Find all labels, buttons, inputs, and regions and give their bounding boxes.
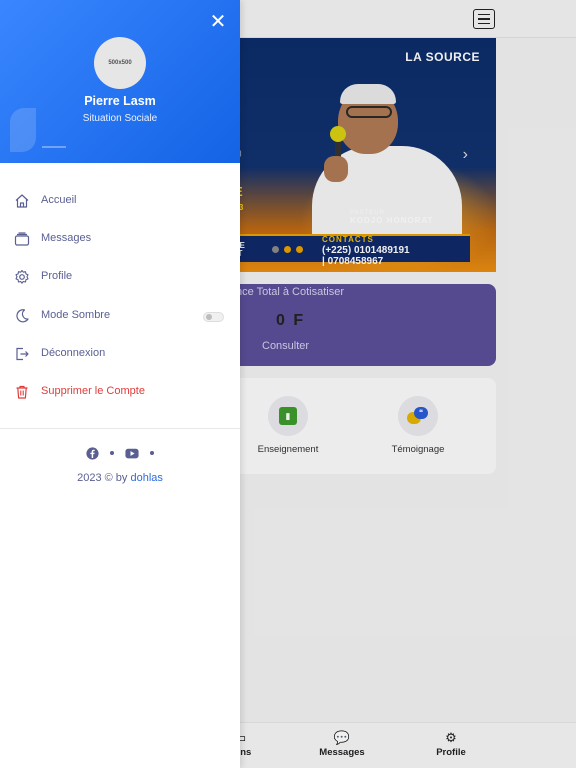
trash-icon [16, 385, 28, 399]
menu-item-label: Accueil [41, 194, 77, 206]
menu-item-logout[interactable]: Déconnexion [0, 335, 240, 373]
menu-item-delete-account[interactable]: Supprimer le Compte [0, 373, 240, 411]
moon-icon [16, 308, 29, 322]
logout-icon [16, 347, 29, 360]
drawer-divider [0, 428, 240, 429]
menu-item-dark-mode[interactable]: Mode Sombre [0, 297, 240, 335]
menu-item-profile[interactable]: Profile [0, 258, 240, 296]
menu-item-label: Messages [41, 232, 92, 245]
separator-dot [150, 451, 154, 455]
inbox-icon [14, 232, 30, 246]
facebook-icon[interactable] [86, 446, 99, 460]
menu-item-label: Déconnexion [41, 346, 106, 359]
social-links [0, 446, 240, 460]
menu-item-accueil[interactable]: Accueil [0, 182, 240, 220]
decorative-line [42, 146, 66, 148]
menu-item-label: Profile [41, 270, 73, 283]
close-icon[interactable]: ✕ [208, 12, 228, 32]
menu-item-label: Supprimer le Compte [41, 384, 145, 397]
dark-mode-toggle[interactable] [203, 311, 224, 322]
gear-icon [15, 270, 29, 285]
drawer-menu: Accueil Messages Profile Mode Sombre Déc… [0, 182, 240, 411]
separator-dot [110, 451, 114, 455]
copyright: 2023 © by dohlas [77, 472, 163, 484]
user-name: Pierre Lasm [84, 94, 156, 108]
user-subtitle: Situation Sociale [82, 113, 158, 124]
menu-item-messages[interactable]: Messages [0, 220, 240, 258]
avatar[interactable]: 500x500 [94, 37, 146, 89]
menu-item-label: Mode Sombre [41, 308, 111, 321]
youtube-icon[interactable] [125, 448, 139, 459]
side-drawer: ✕ 500x500 Pierre Lasm Situation Sociale … [0, 0, 240, 768]
home-icon [15, 194, 29, 208]
brand-link[interactable]: dohlas [130, 472, 162, 484]
drawer-header: ✕ 500x500 Pierre Lasm Situation Sociale [0, 0, 240, 163]
